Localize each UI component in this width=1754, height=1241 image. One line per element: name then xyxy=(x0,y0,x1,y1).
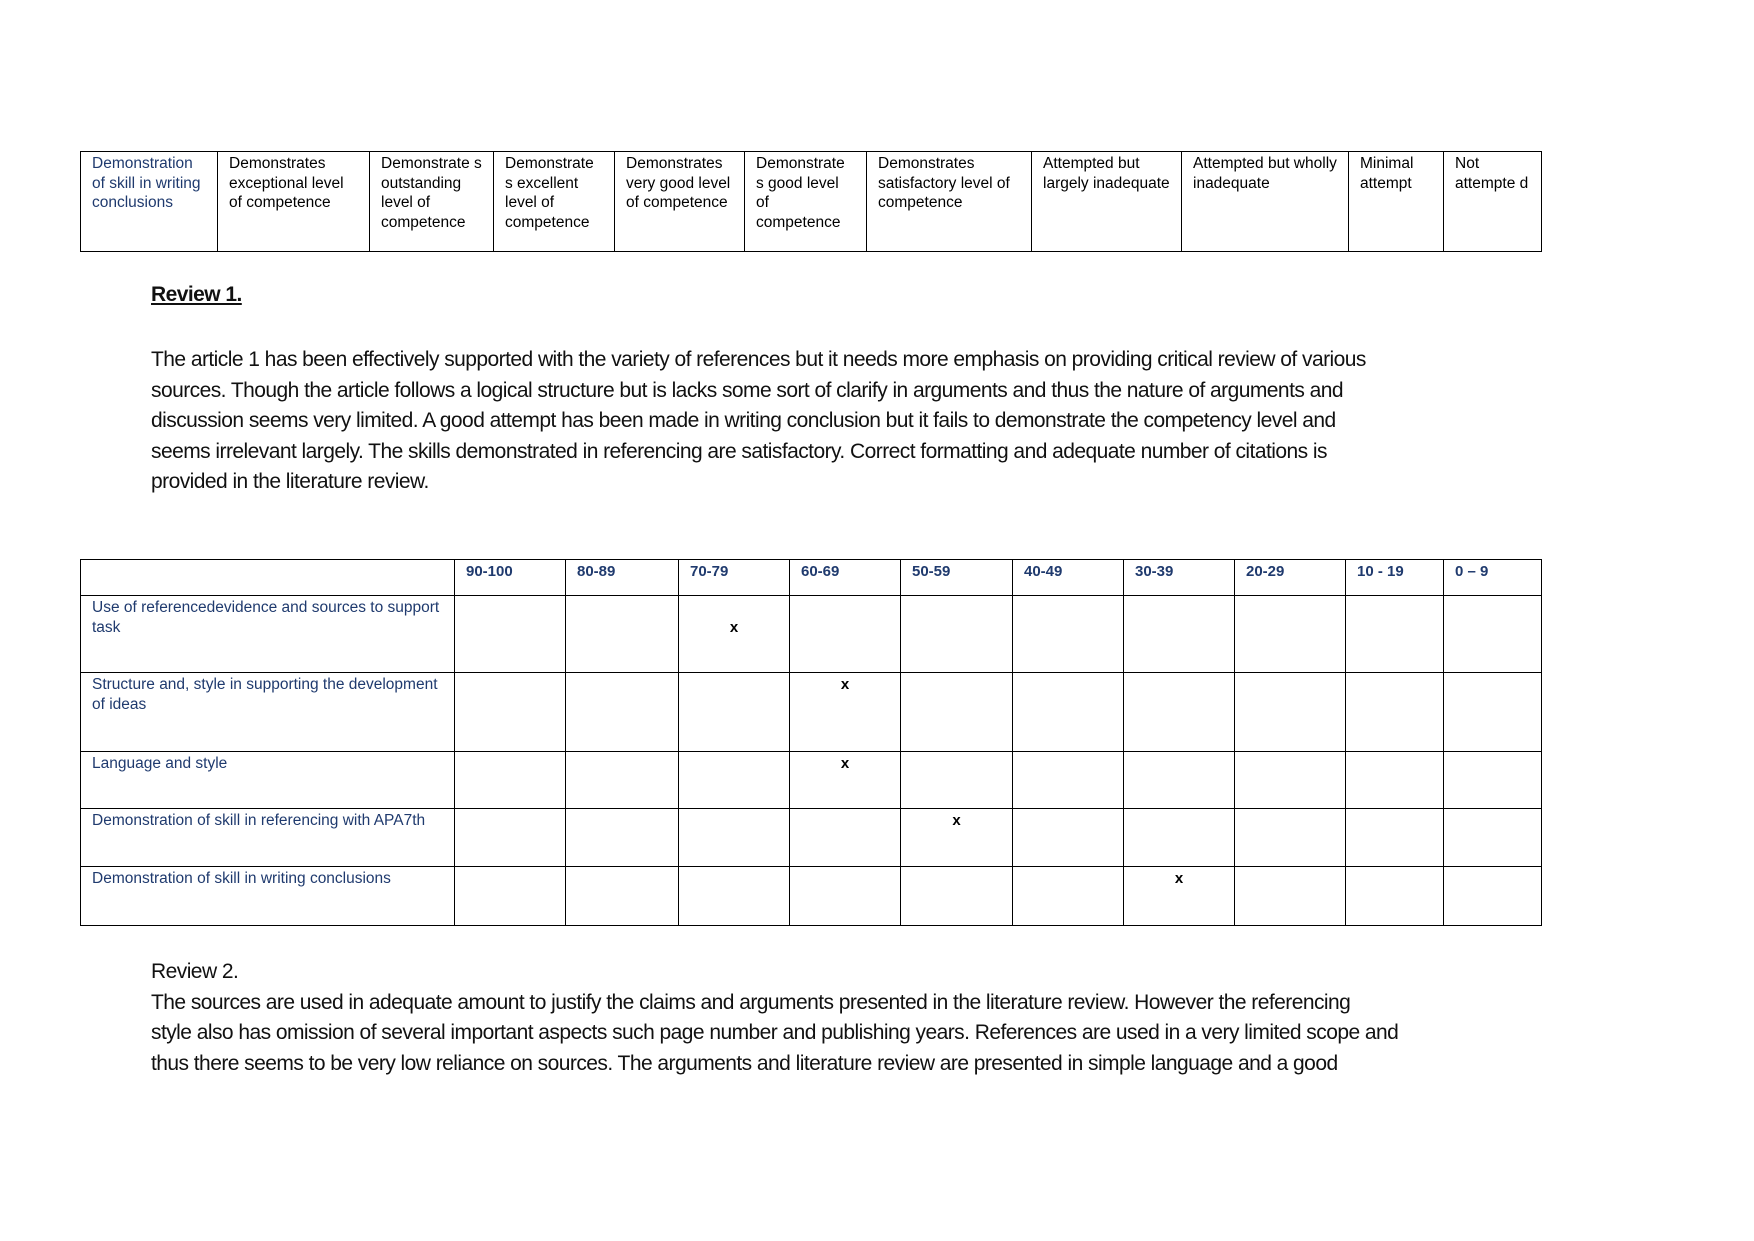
score-cell xyxy=(1012,808,1124,867)
score-cell xyxy=(1234,672,1346,752)
criterion-cell: Demonstration of skill in referencing wi… xyxy=(80,808,455,867)
paragraph-line: thus there seems to be very low reliance… xyxy=(151,1051,1338,1075)
empty-header-cell xyxy=(80,559,455,596)
competence-level-cell: Attempted but largely inadequate xyxy=(1031,151,1182,252)
score-cell xyxy=(1443,808,1542,867)
score-cell xyxy=(789,866,901,926)
competence-level-cell: Attempted but wholly inadequate xyxy=(1181,151,1349,252)
score-band-header: 60-69 xyxy=(789,559,901,596)
score-cell xyxy=(678,672,790,752)
table-row: Demonstration of skill in writing conclu… xyxy=(80,866,1542,926)
score-cell xyxy=(1345,751,1444,809)
score-cell xyxy=(1123,595,1235,673)
score-cell xyxy=(565,595,679,673)
score-cell xyxy=(900,866,1013,926)
score-cell xyxy=(1123,808,1235,867)
score-cell xyxy=(789,595,901,673)
score-mark: x xyxy=(789,751,901,809)
score-mark: x xyxy=(789,672,901,752)
score-cell xyxy=(1234,751,1346,809)
score-cell xyxy=(1345,595,1444,673)
score-cell xyxy=(1123,751,1235,809)
score-band-header: 50-59 xyxy=(900,559,1013,596)
score-cell xyxy=(900,595,1013,673)
score-band-header: 90-100 xyxy=(454,559,566,596)
score-cell xyxy=(454,672,566,752)
competence-level-cell: Demonstrate s outstanding level of compe… xyxy=(369,151,494,252)
score-cell xyxy=(900,751,1013,809)
competence-level-cell: Demonstrates exceptional level of compet… xyxy=(217,151,370,252)
competence-level-cell: Demonstrates very good level of competen… xyxy=(614,151,745,252)
competence-levels-row: Demonstration of skill in writing conclu… xyxy=(80,151,1542,252)
score-mark: x xyxy=(1123,866,1235,926)
score-cell xyxy=(565,808,679,867)
competence-level-cell: Demonstrate s excellent level of compete… xyxy=(493,151,615,252)
competence-levels-table: Demonstration of skill in writing conclu… xyxy=(80,151,1542,252)
score-band-header: 0 – 9 xyxy=(1443,559,1542,596)
score-cell xyxy=(454,808,566,867)
paragraph-line: Review 2. xyxy=(151,960,239,983)
score-cell xyxy=(678,751,790,809)
table-row: Use of referencedevidence and sources to… xyxy=(80,595,1542,673)
paragraph-line: provided in the literature review. xyxy=(151,470,429,493)
paragraph-line: The article 1 has been effectively suppo… xyxy=(151,348,1366,371)
criterion-cell: Demonstration of skill in writing conclu… xyxy=(80,151,218,252)
review-1-body: The article 1 has been effectively suppo… xyxy=(151,345,1591,498)
score-mark: x xyxy=(678,595,790,673)
score-cell xyxy=(1123,672,1235,752)
score-cell xyxy=(1012,751,1124,809)
score-cell xyxy=(1234,595,1346,673)
paragraph-line: The sources are used in adequate amount … xyxy=(151,990,1351,1014)
score-cell xyxy=(1345,672,1444,752)
paragraph-line: sources. Though the article follows a lo… xyxy=(151,378,1344,402)
criterion-cell: Demonstration of skill in writing conclu… xyxy=(80,866,455,926)
criterion-cell: Structure and, style in supporting the d… xyxy=(80,672,455,752)
score-band-header: 20-29 xyxy=(1234,559,1346,596)
review-1-title: Review 1. xyxy=(151,283,242,306)
score-cell xyxy=(678,866,790,926)
score-cell xyxy=(1345,808,1444,867)
score-cell xyxy=(1443,595,1542,673)
competence-level-cell: Minimal attempt xyxy=(1348,151,1444,252)
score-cell xyxy=(565,751,679,809)
score-cell xyxy=(678,808,790,867)
score-cell xyxy=(1012,595,1124,673)
header-row: 90-100 80-89 70-79 60-69 50-59 40-49 30-39 20-2… xyxy=(80,559,1542,596)
paragraph-line: discussion seems very limited. A good at… xyxy=(151,409,1336,432)
paragraph-line: seems irrelevant largely. The skills dem… xyxy=(151,439,1327,463)
score-band-header: 40-49 xyxy=(1012,559,1124,596)
score-cell xyxy=(565,672,679,752)
score-cell xyxy=(454,866,566,926)
score-cell xyxy=(1012,866,1124,926)
score-band-header: 30-39 xyxy=(1123,559,1235,596)
table-row: Structure and, style in supporting the d… xyxy=(80,672,1542,752)
marking-grid-table: 90-100 80-89 70-79 60-69 50-59 40-49 30-39 20-2… xyxy=(80,559,1542,926)
score-cell xyxy=(1234,866,1346,926)
competence-level-cell: Demonstrate s good level of competence xyxy=(744,151,867,252)
table-row: Demonstration of skill in referencing wi… xyxy=(80,808,1542,867)
score-band-header: 10 - 19 xyxy=(1345,559,1444,596)
score-cell xyxy=(1443,751,1542,809)
paragraph-line: style also has omission of several impor… xyxy=(151,1021,1399,1044)
score-band-header: 80-89 xyxy=(565,559,679,596)
score-cell xyxy=(454,595,566,673)
review-2-text: Review 2. The sources are used in adequat… xyxy=(151,957,1591,1079)
score-cell xyxy=(1345,866,1444,926)
competence-level-cell: Demonstrates satisfactory level of compe… xyxy=(866,151,1032,252)
score-cell xyxy=(900,672,1013,752)
score-cell xyxy=(454,751,566,809)
criterion-cell: Use of referencedevidence and sources to… xyxy=(80,595,455,673)
score-band-header: 70-79 xyxy=(678,559,790,596)
competence-level-cell: Not attempte d xyxy=(1443,151,1542,252)
score-cell xyxy=(789,808,901,867)
score-cell xyxy=(565,866,679,926)
score-cell xyxy=(1443,672,1542,752)
score-cell xyxy=(1234,808,1346,867)
score-mark: x xyxy=(900,808,1013,867)
criterion-cell: Language and style xyxy=(80,751,455,809)
score-cell xyxy=(1443,866,1542,926)
score-cell xyxy=(1012,672,1124,752)
table-row: Language and style x xyxy=(80,751,1542,809)
